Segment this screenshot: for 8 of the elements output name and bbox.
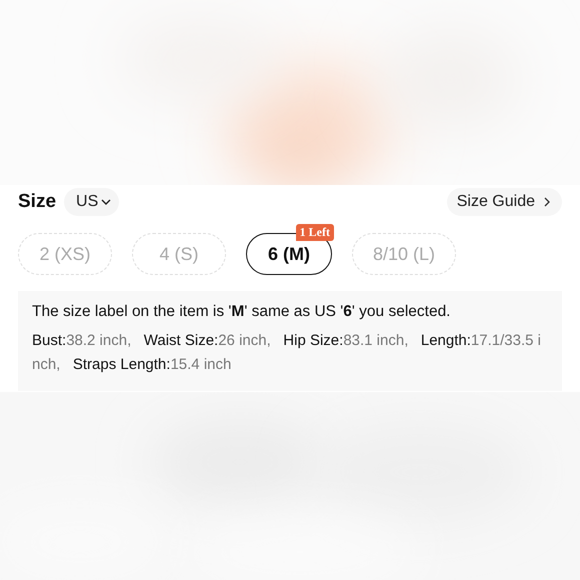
chevron-down-icon [101,199,112,205]
size-title: Size [18,191,56,213]
measurements-text: Bust:38.2 inch, Waist Size:26 inch, Hip Size:83.1 inch, Length:17.1/33.5 inch, Straps Length:15.4 inch [32,331,542,375]
region-dropdown[interactable]: US [64,188,120,216]
size-guide-link[interactable]: Size Guide [446,188,562,216]
chevron-right-icon [544,197,550,207]
stock-badge: 1 Left [296,224,334,241]
size-note: The size label on the item is 'M' same as US '6' you selected. [32,303,452,321]
